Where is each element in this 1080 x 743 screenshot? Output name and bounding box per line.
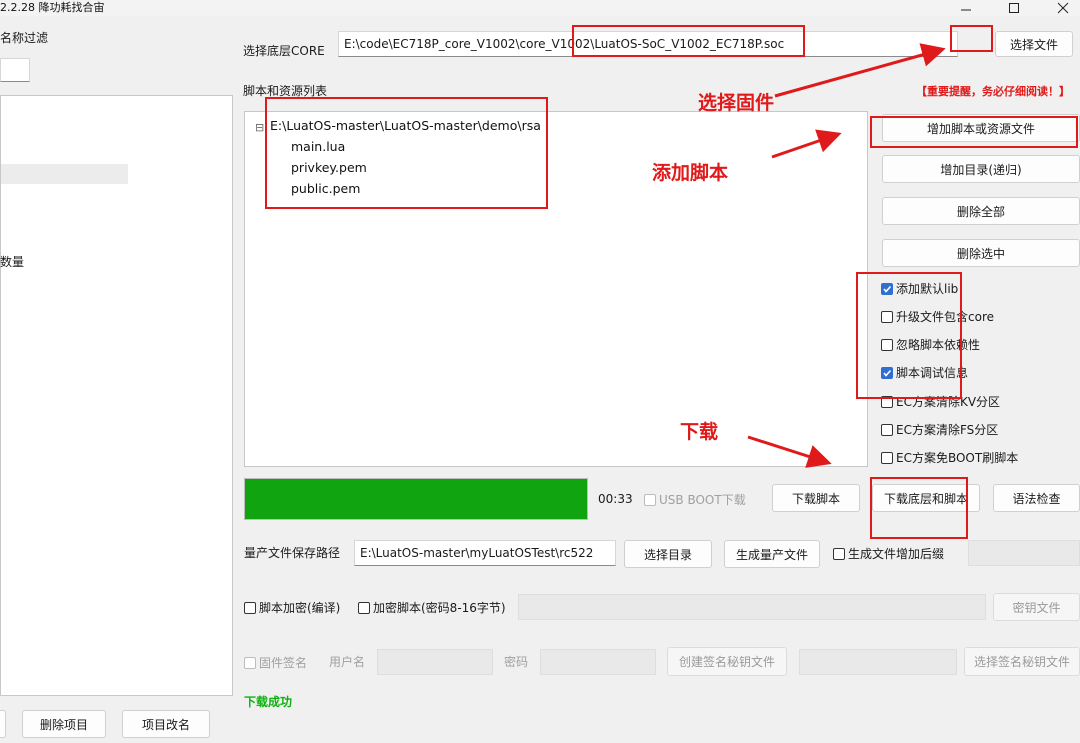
arrow-to-download-icon <box>747 435 832 468</box>
arrow-to-add-script-icon <box>771 129 842 159</box>
arrow-to-select-file-icon <box>774 43 946 98</box>
annotation-arrows <box>747 43 946 468</box>
